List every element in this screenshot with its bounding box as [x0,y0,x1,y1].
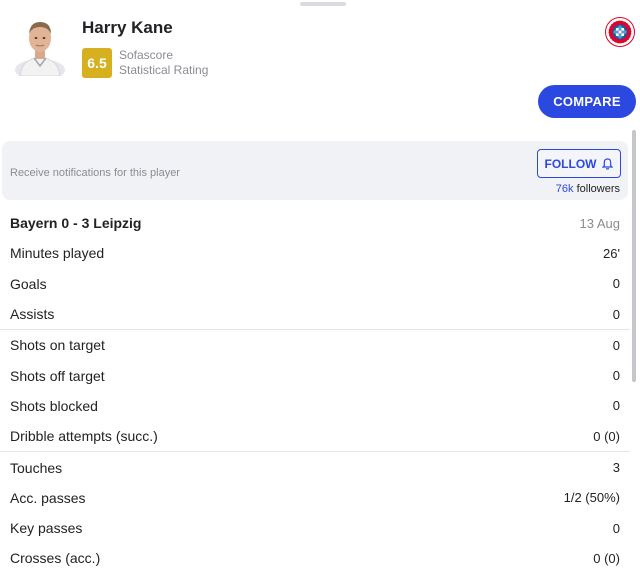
stat-row: Shots on target 0 [0,330,630,360]
club-logo[interactable] [605,17,635,47]
followers-number: 76k [555,183,574,195]
rating-source-label: Statistical Rating [119,63,209,77]
stat-label: Shots on target [10,337,105,354]
stat-value: 1/2 (50%) [563,490,620,506]
stat-label: Minutes played [10,245,105,262]
match-date: 13 Aug [579,215,621,231]
stat-label: Dribble attempts (succ.) [10,428,158,445]
stat-row: Crosses (acc.) 0 (0) [0,543,630,570]
follow-label: FOLLOW [544,156,597,171]
stat-value: 0 [612,398,620,414]
stat-row: Touches 3 [0,452,630,482]
followers-count: 76k followers [556,183,620,195]
stat-label: Key passes [10,520,83,537]
stat-row: Dribble attempts (succ.) 0 (0) [0,421,630,451]
match-stats: Bayern 0 - 3 Leipzig 13 Aug Minutes play… [0,208,630,570]
stat-group-attack: Shots on target 0 Shots off target 0 Sho… [0,330,630,451]
match-title: Bayern 0 - 3 Leipzig [10,215,142,232]
stat-label: Assists [10,306,55,323]
stat-row: Acc. passes 1/2 (50%) [0,483,630,513]
rating-badge: 6.5 [82,48,112,78]
stat-group-general: Minutes played 26' Goals 0 Assists 0 [0,238,630,329]
stat-value: 0 [612,337,620,353]
rating-source-name: Sofascore [119,48,174,62]
drag-handle[interactable] [300,2,346,6]
stat-row: Shots off target 0 [0,360,630,390]
player-name: Harry Kane [82,18,173,37]
stat-row: Goals 0 [0,269,630,299]
stat-value: 0 [612,276,620,292]
notification-text: Receive notifications for this player [10,167,180,179]
stat-value: 0 (0) [593,550,620,566]
scrollbar-thumb[interactable] [632,130,636,382]
followers-label: followers [576,183,620,195]
match-header[interactable]: Bayern 0 - 3 Leipzig 13 Aug [0,208,630,238]
stat-label: Acc. passes [10,489,86,506]
stat-label: Touches [10,459,63,476]
player-avatar [15,22,65,76]
stat-value: 26' [603,245,620,261]
stat-label: Shots off target [10,367,105,384]
bell-icon [602,157,614,170]
stat-value: 0 [612,306,620,322]
stat-value: 0 (0) [593,428,620,444]
stat-value: 0 [612,368,620,384]
stat-label: Shots blocked [10,397,98,414]
stat-row: Assists 0 [0,299,630,329]
stat-value: 3 [612,460,620,476]
rating-source: Sofascore Statistical Rating [119,48,208,78]
stat-row: Shots blocked 0 [0,391,630,421]
scrollbar[interactable] [632,124,638,570]
stat-label: Crosses (acc.) [10,550,101,567]
stat-label: Goals [10,275,47,292]
stat-row: Key passes 0 [0,513,630,543]
compare-button[interactable]: COMPARE [538,85,636,118]
stat-row: Minutes played 26' [0,238,630,268]
stat-group-passing: Touches 3 Acc. passes 1/2 (50%) Key pass… [0,452,630,570]
notification-panel: Receive notifications for this player FO… [2,141,628,200]
follow-button[interactable]: FOLLOW [537,149,621,178]
stat-value: 0 [612,520,620,536]
